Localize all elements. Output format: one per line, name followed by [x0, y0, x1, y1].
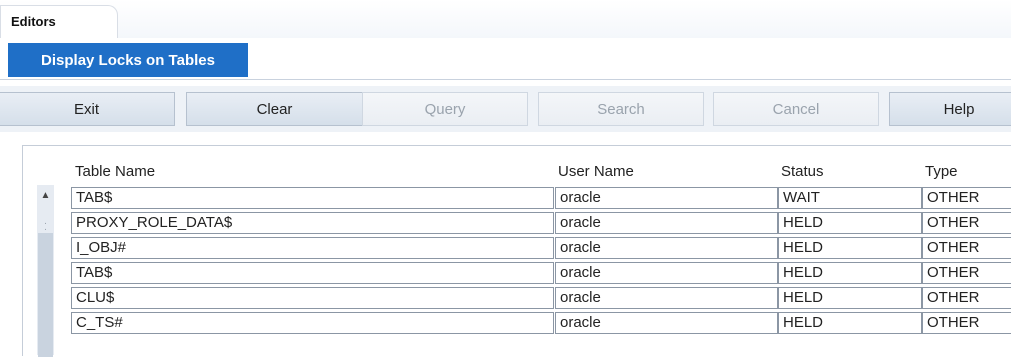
table-name-cell[interactable]: I_OBJ#	[71, 237, 554, 259]
status-cell[interactable]: HELD	[778, 287, 922, 309]
status-cell[interactable]: HELD	[778, 262, 922, 284]
vertical-scrollbar[interactable]: ▲ · ·	[37, 185, 54, 357]
table-name-cell[interactable]: CLU$	[71, 287, 554, 309]
display-locks-title[interactable]: Display Locks on Tables	[8, 43, 248, 77]
table-name-cell[interactable]: TAB$	[71, 262, 554, 284]
scroll-thumb[interactable]	[38, 233, 53, 357]
status-cell[interactable]: HELD	[778, 237, 922, 259]
user-name-cell[interactable]: oracle	[555, 312, 778, 334]
type-cell[interactable]: OTHER	[922, 187, 1011, 209]
user-name-cell[interactable]: oracle	[555, 237, 778, 259]
scroll-up-arrow-icon[interactable]: ▲	[37, 186, 54, 204]
query-button[interactable]: Query	[362, 92, 528, 126]
table-name-cell[interactable]: TAB$	[71, 187, 554, 209]
type-cell[interactable]: OTHER	[922, 212, 1011, 234]
divider	[0, 79, 1011, 80]
clear-button[interactable]: Clear	[186, 92, 363, 126]
column-header-user-name: User Name	[558, 163, 634, 180]
status-cell[interactable]: HELD	[778, 312, 922, 334]
user-name-cell[interactable]: oracle	[555, 187, 778, 209]
table-name-cell[interactable]: PROXY_ROLE_DATA$	[71, 212, 554, 234]
cancel-button[interactable]: Cancel	[713, 92, 879, 126]
table-name-cell[interactable]: C_TS#	[71, 312, 554, 334]
user-name-cell[interactable]: oracle	[555, 287, 778, 309]
help-button[interactable]: Help	[889, 92, 1011, 126]
type-cell[interactable]: OTHER	[922, 287, 1011, 309]
user-name-cell[interactable]: oracle	[555, 212, 778, 234]
editor-tab-strip	[0, 0, 1011, 38]
type-cell[interactable]: OTHER	[922, 237, 1011, 259]
status-cell[interactable]: WAIT	[778, 187, 922, 209]
type-cell[interactable]: OTHER	[922, 312, 1011, 334]
column-header-table-name: Table Name	[75, 163, 156, 180]
tab-editors[interactable]: Editors	[0, 5, 118, 38]
column-header-status: Status	[781, 163, 824, 180]
exit-button[interactable]: Exit	[0, 92, 175, 126]
user-name-cell[interactable]: oracle	[555, 262, 778, 284]
column-header-type: Type	[925, 163, 958, 180]
status-cell[interactable]: HELD	[778, 212, 922, 234]
tab-editors-label: Editors	[11, 14, 56, 29]
search-button[interactable]: Search	[538, 92, 704, 126]
type-cell[interactable]: OTHER	[922, 262, 1011, 284]
